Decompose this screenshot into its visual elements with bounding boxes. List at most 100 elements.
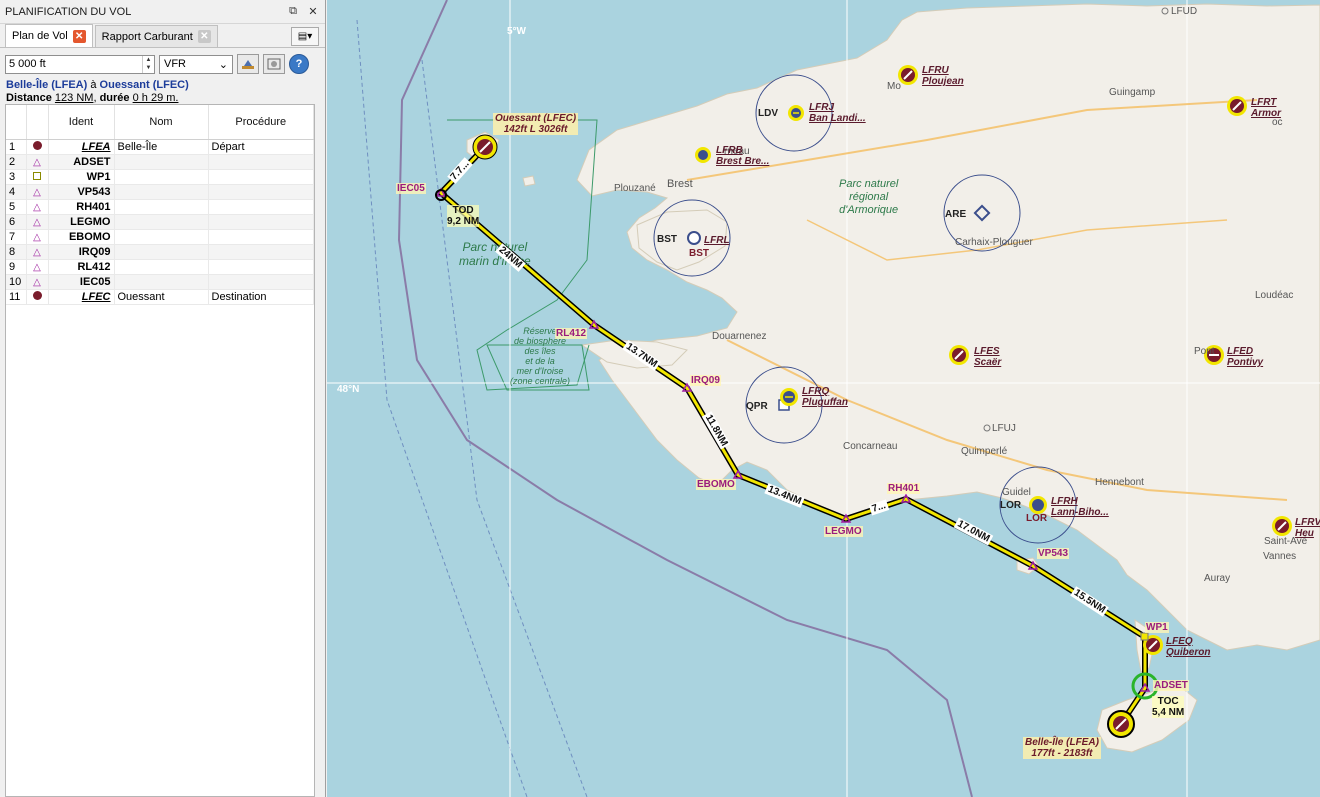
tab-fuel-report[interactable]: Rapport Carburant ✕ <box>94 25 218 47</box>
navaid-bst[interactable]: BST <box>657 234 677 245</box>
wp-wp1-label[interactable]: WP1 <box>1145 622 1169 633</box>
airport-lfed-label[interactable]: LFED Pontivy <box>1227 346 1263 368</box>
lfrh-name: Lann-Biho... <box>1051 507 1109 518</box>
help-icon: ? <box>295 58 303 70</box>
table-row[interactable]: 10 △ IEC05 <box>6 274 314 290</box>
navaid-qpr[interactable]: QPR <box>746 401 768 412</box>
navaid-bst-ndb[interactable]: BST <box>689 248 709 259</box>
table-row[interactable]: 4 △ VP543 <box>6 184 314 200</box>
airport-lfrv-label[interactable]: LFRV Heu <box>1295 517 1320 539</box>
wp-rh401-label[interactable]: RH401 <box>887 483 921 494</box>
small-field-lfuj[interactable]: LFUJ <box>992 423 1016 434</box>
airport-lfec-marker[interactable] <box>472 134 498 160</box>
airport-lfrb-label[interactable]: LFRB Brest Bre... <box>716 145 769 167</box>
small-field-lfud[interactable]: LFUD <box>1171 6 1197 17</box>
flight-rules-select[interactable]: VFR ⌄ <box>159 54 233 74</box>
park-l3: d'Armorique <box>839 204 899 216</box>
airport-lfru-label[interactable]: LFRU Ploujean <box>922 65 964 87</box>
airport-lfrt-label[interactable]: LFRT Armor <box>1251 97 1281 119</box>
town-auray: Auray <box>1204 573 1231 584</box>
table-row[interactable]: 3 WP1 <box>6 169 314 185</box>
dest-label-l1: Ouessant (LFEC) <box>495 113 577 124</box>
settings-button[interactable] <box>263 54 285 74</box>
aircraft-performance-button[interactable] <box>237 54 259 74</box>
toc-label: TOC 5,4 NM <box>1152 696 1185 718</box>
navaid-ldv[interactable]: LDV <box>758 108 778 119</box>
float-panel-icon[interactable]: ⧉ <box>285 4 301 20</box>
row-procedure <box>208 274 314 290</box>
row-name <box>114 259 209 275</box>
table-row[interactable]: 8 △ IRQ09 <box>6 244 314 260</box>
row-procedure <box>208 199 314 215</box>
col-procedure[interactable]: Procédure <box>208 105 314 140</box>
airport-lfrj-marker[interactable] <box>788 105 804 121</box>
route-line: Belle-Île (LFEA) à Ouessant (LFEC) <box>6 79 319 92</box>
table-row[interactable]: 9 △ RL412 <box>6 259 314 275</box>
lfrv-id: LFRV <box>1295 517 1320 528</box>
col-name[interactable]: Nom <box>114 105 209 140</box>
wp-adset-label[interactable]: ADSET <box>1153 680 1189 691</box>
navaid-are[interactable]: ARE <box>945 209 966 220</box>
route-connector: à <box>90 79 97 91</box>
airport-lfrt-marker[interactable] <box>1227 96 1247 116</box>
wp-rl412-label[interactable]: RL412 <box>555 328 588 339</box>
navaid-lor[interactable]: LOR <box>1000 500 1021 511</box>
panel-menu-button[interactable]: ▤▾ <box>291 27 319 46</box>
vrp-triangle-icon: △ <box>33 216 41 228</box>
town-douarnenez: Douarnenez <box>712 331 767 342</box>
table-row[interactable]: 6 △ LEGMO <box>6 214 314 230</box>
navaid-lor-ndb[interactable]: LOR <box>1026 513 1047 524</box>
row-ident: LFEA <box>48 139 115 155</box>
airport-lfes-label[interactable]: LFES Scaër <box>974 346 1001 368</box>
airport-lfrq-label[interactable]: LFRQ Pluguffan <box>802 386 848 408</box>
plan-controls: 5 000 ft ▲ ▼ VFR ⌄ ? <box>0 51 325 77</box>
departure-label[interactable]: Belle-Île (LFEA) 177ft - 2183ft <box>1023 737 1101 759</box>
airport-lfrl-label[interactable]: LFRL <box>704 235 730 246</box>
airport-lfrq-marker[interactable] <box>780 388 798 406</box>
row-ident: IEC05 <box>48 274 115 290</box>
wp-legmo-label[interactable]: LEGMO <box>824 526 863 537</box>
wp-iec05-label[interactable]: IEC05 <box>396 183 426 194</box>
map-view[interactable]: 5°W 48°N Parc naturel régional d'Armoriq… <box>327 0 1320 797</box>
airport-lfrb-marker[interactable] <box>695 147 711 163</box>
airport-lfru-marker[interactable] <box>898 65 918 85</box>
table-row[interactable]: 7 △ EBOMO <box>6 229 314 245</box>
town-guidel: Guidel <box>1002 487 1031 498</box>
table-row[interactable]: 2 △ ADSET <box>6 154 314 170</box>
tab-flight-plan[interactable]: Plan de Vol ✕ <box>5 24 93 47</box>
airport-lfes-marker[interactable] <box>949 345 969 365</box>
col-icon[interactable] <box>26 105 49 140</box>
help-button[interactable]: ? <box>289 54 309 74</box>
table-row[interactable]: 1 LFEA Belle-Île Départ <box>6 139 314 155</box>
table-row[interactable]: 5 △ RH401 <box>6 199 314 215</box>
wp-irq09-label[interactable]: IRQ09 <box>690 375 721 386</box>
lfrq-name: Pluguffan <box>802 397 848 408</box>
tab-fuel-report-close-icon[interactable]: ✕ <box>197 30 211 43</box>
close-panel-icon[interactable]: ✕ <box>305 4 321 20</box>
wp-wp1-marker[interactable] <box>1140 632 1149 641</box>
airport-lfrh-label[interactable]: LFRH Lann-Biho... <box>1051 496 1109 518</box>
lfrb-id: LFRB <box>716 145 743 156</box>
airport-lfrj-label[interactable]: LFRJ Ban Landi... <box>809 102 866 124</box>
town-pontivy: Pont <box>1194 346 1215 357</box>
col-num[interactable] <box>6 105 27 140</box>
flight-planning-panel: PLANIFICATION DU VOL ⧉ ✕ Plan de Vol ✕ R… <box>0 0 326 797</box>
duration-value: 0 h 29 m. <box>132 92 179 104</box>
vrp-triangle-icon: △ <box>33 201 41 213</box>
row-number: 3 <box>6 169 27 185</box>
airport-lfrh-marker[interactable] <box>1029 496 1047 514</box>
airport-lfrv-marker[interactable] <box>1272 516 1292 536</box>
wp-vp543-label[interactable]: VP543 <box>1037 548 1070 559</box>
toc-l1: TOC <box>1157 696 1179 707</box>
table-row[interactable]: 11 LFEC Ouessant Destination <box>6 289 314 305</box>
col-ident[interactable]: Ident <box>48 105 115 140</box>
spin-arrows-icon[interactable]: ▲ ▼ <box>142 55 154 73</box>
tab-flight-plan-close-icon[interactable]: ✕ <box>72 29 86 43</box>
row-name <box>114 199 209 215</box>
airport-lfeq-label[interactable]: LFEQ Quiberon <box>1166 636 1210 658</box>
altitude-spinbox[interactable]: 5 000 ft ▲ ▼ <box>5 54 155 74</box>
dep-label-l1: Belle-Île (LFEA) <box>1025 737 1099 748</box>
airport-lfea-marker[interactable] <box>1107 710 1135 738</box>
wp-ebomo-label[interactable]: EBOMO <box>696 479 736 490</box>
destination-label[interactable]: Ouessant (LFEC) 142ft L 3026ft <box>493 113 579 135</box>
